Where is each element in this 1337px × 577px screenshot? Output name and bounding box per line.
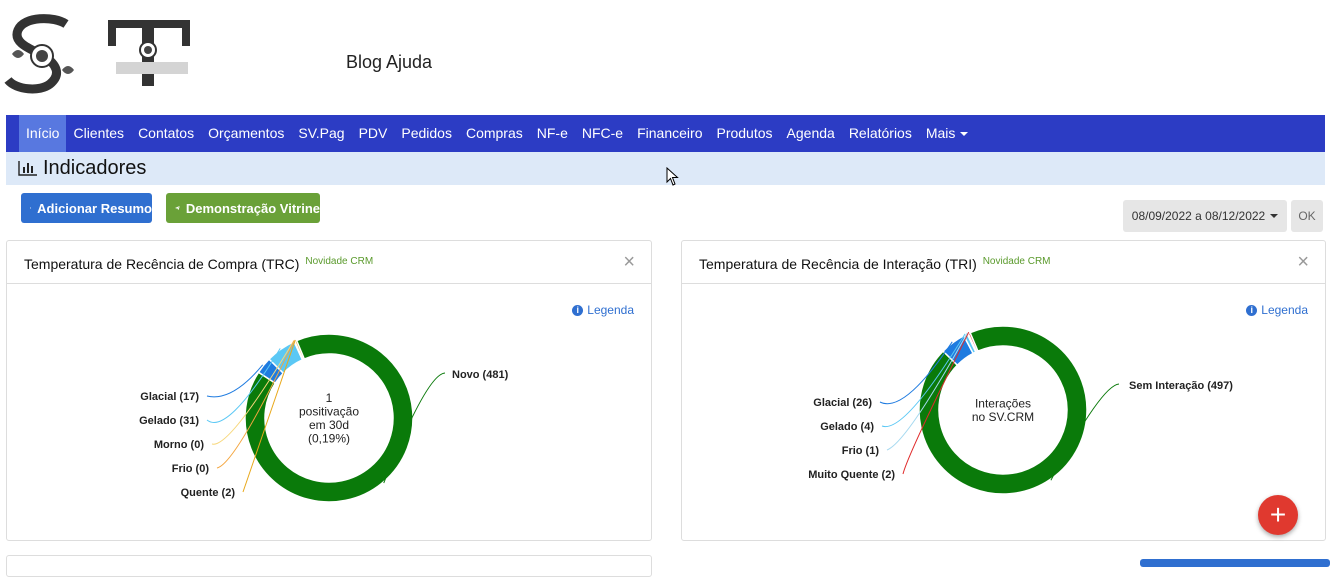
date-range-value: 08/09/2022 a 08/12/2022 [1132,209,1265,223]
company-logo [4,14,190,94]
tri-panel-title: Temperatura de Recência de Interação (TR… [699,256,1051,272]
novidade-crm-badge: Novidade CRM [305,256,373,267]
tri-panel: Temperatura de Recência de Interação (TR… [681,240,1326,541]
blog-ajuda-link[interactable]: Blog Ajuda [346,52,432,73]
nav-item-financeiro[interactable]: Financeiro [630,115,709,152]
slice-label: Glacial (17) [140,391,199,403]
center-text: 1 [326,391,333,405]
nav-item-inicio[interactable]: Início [19,115,66,152]
next-button-edge [1140,559,1330,567]
demo-showcase-label: Demonstração Vitrine [186,201,320,216]
page-title: Indicadores [43,157,146,180]
center-text: Interações [975,396,1031,410]
close-icon[interactable]: × [623,251,635,274]
trc-donut-chart: Novo (481) Glacial (17) Gelado (31) Morno (… [7,284,651,539]
trc-panel-header: Temperatura de Recência de Compra (TRC) … [7,241,651,284]
mouse-cursor-icon [666,167,680,187]
slice-label: Glacial (26) [813,397,872,409]
tri-donut-chart: Sem Interação (497) Glacial (26) Gelado (4… [682,284,1325,539]
add-summary-button[interactable]: Adicionar Resumo [21,193,152,223]
tri-title-text: Temperatura de Recência de Interação (TR… [699,256,977,272]
tri-panel-header: Temperatura de Recência de Interação (TR… [682,241,1325,284]
bar-chart-icon [18,160,38,176]
plus-circle-icon [30,202,31,214]
center-text: em 30d [309,418,349,432]
caret-down-icon [1270,214,1278,218]
slice-label: Muito Quente (2) [808,469,895,481]
nav-item-produtos[interactable]: Produtos [709,115,779,152]
slice-label: Frio (0) [172,463,210,475]
center-text: positivação [299,404,359,418]
nav-item-clientes[interactable]: Clientes [66,115,131,152]
center-text: (0,19%) [308,431,350,445]
slice-label: Sem Interação (497) [1129,380,1233,392]
nav-item-mais-label: Mais [926,125,956,141]
nav-item-orcamentos[interactable]: Orçamentos [201,115,291,152]
demo-showcase-button[interactable]: Demonstração Vitrine [166,193,320,223]
main-navbar: Início Clientes Contatos Orçamentos SV.P… [6,115,1325,152]
nav-item-mais[interactable]: Mais [919,115,976,152]
trc-panel-title: Temperatura de Recência de Compra (TRC) … [24,256,373,272]
slice-label: Gelado (31) [139,415,199,427]
slice-label: Frio (1) [842,445,880,457]
nav-item-nfce[interactable]: NFC-e [575,115,630,152]
trc-panel: Temperatura de Recência de Compra (TRC) … [6,240,652,541]
nav-item-nfe[interactable]: NF-e [530,115,575,152]
slice-label: Novo (481) [452,369,509,381]
trc-title-text: Temperatura de Recência de Compra (TRC) [24,256,299,272]
add-floating-button[interactable]: + [1258,495,1298,535]
ok-button[interactable]: OK [1291,200,1323,232]
caret-down-icon [960,132,968,136]
center-text: no SV.CRM [972,410,1034,424]
nav-item-agenda[interactable]: Agenda [780,115,842,152]
paper-plane-icon [175,202,180,214]
slice-label: Gelado (4) [820,421,874,433]
next-panel-edge [6,555,652,577]
nav-item-pedidos[interactable]: Pedidos [394,115,459,152]
date-range-picker[interactable]: 08/09/2022 a 08/12/2022 [1123,200,1287,232]
nav-item-compras[interactable]: Compras [459,115,530,152]
nav-item-pdv[interactable]: PDV [352,115,395,152]
novidade-crm-badge: Novidade CRM [983,256,1051,267]
slice-label: Morno (0) [154,439,204,451]
slice-label: Quente (2) [181,487,236,499]
nav-item-contatos[interactable]: Contatos [131,115,201,152]
nav-item-relatorios[interactable]: Relatórios [842,115,919,152]
add-summary-label: Adicionar Resumo [37,201,152,216]
nav-item-svpag[interactable]: SV.Pag [291,115,351,152]
close-icon[interactable]: × [1297,251,1309,274]
